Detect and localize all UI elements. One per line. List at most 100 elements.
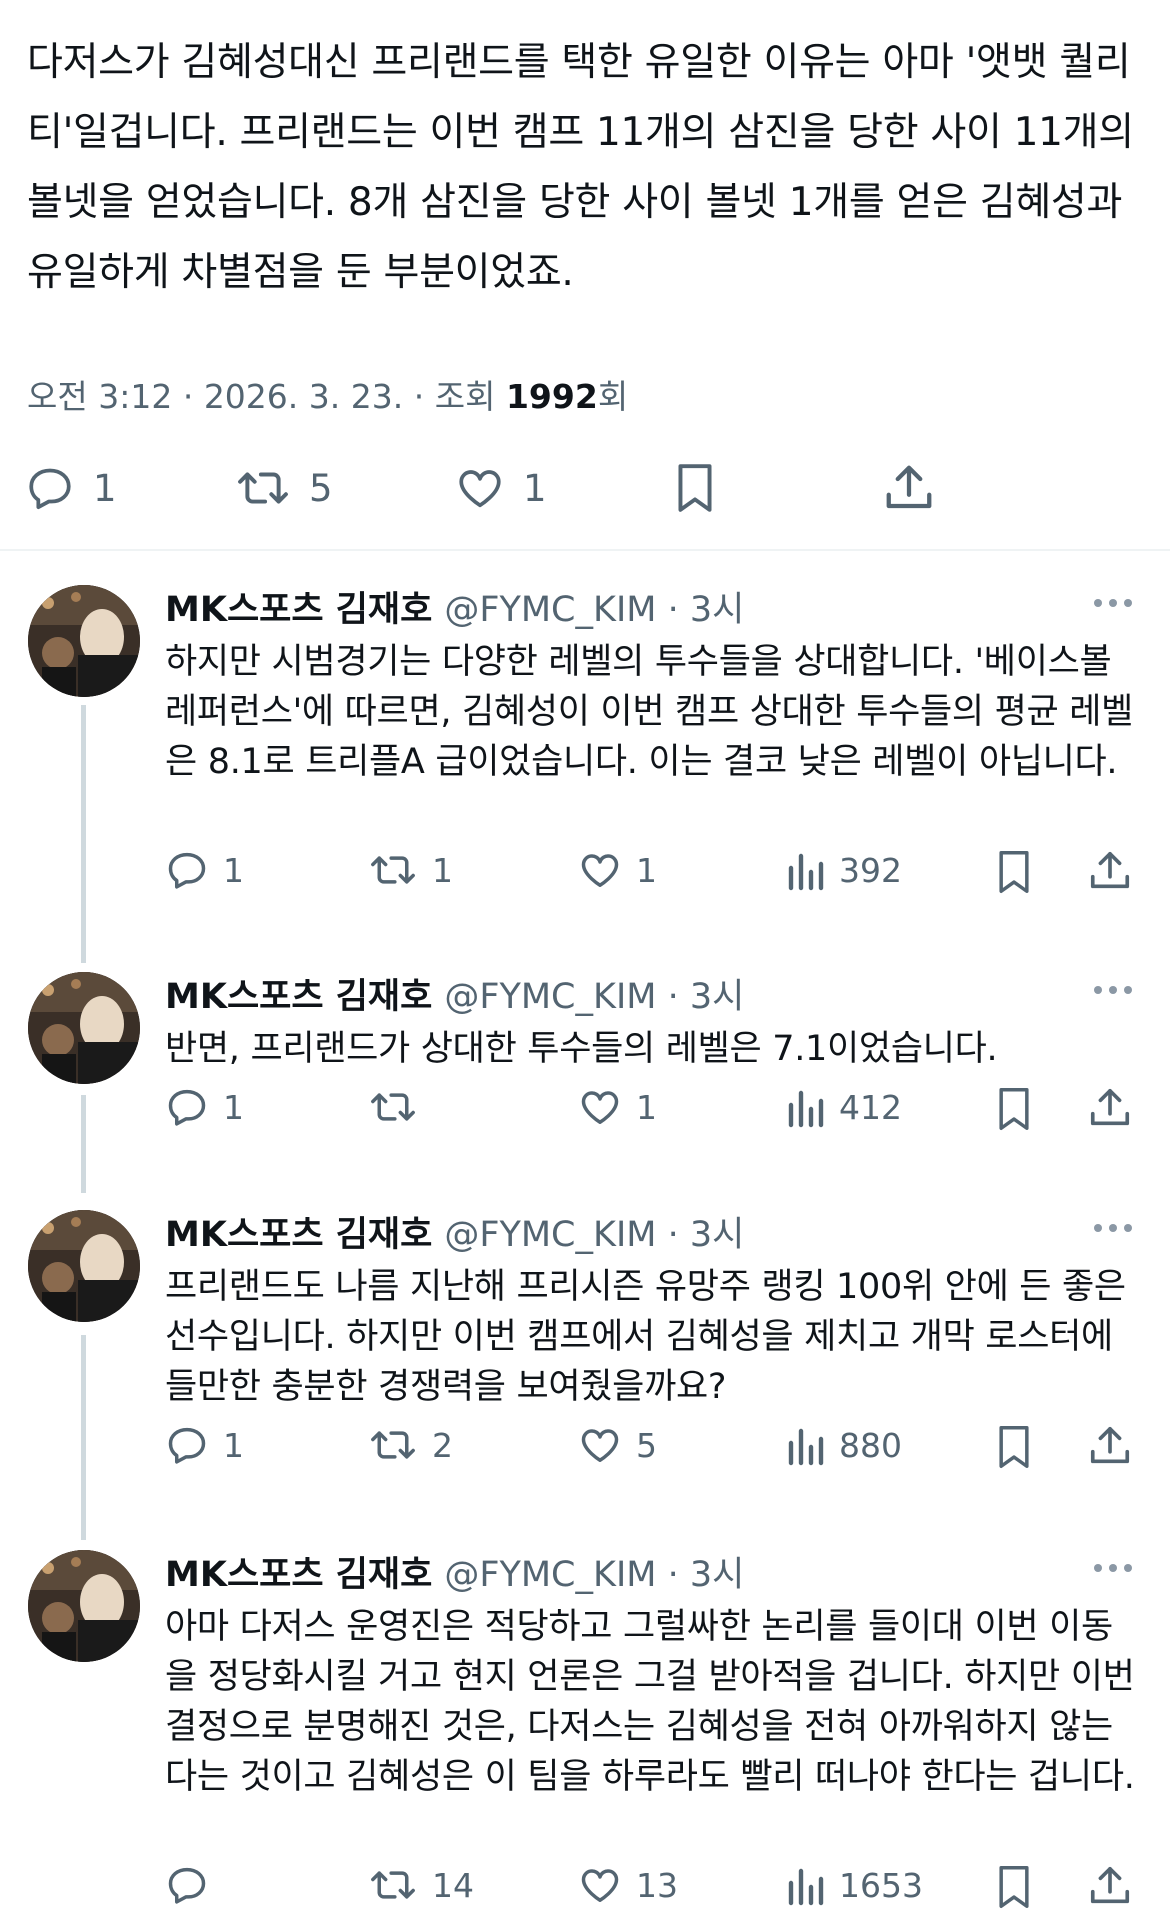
retweet-count: 14 [432, 1865, 474, 1905]
retweet-button[interactable]: 5 [235, 463, 333, 513]
like-icon [578, 1085, 622, 1129]
share-icon [882, 461, 936, 515]
share-icon [1087, 848, 1133, 894]
author-name[interactable]: MK스포츠 김재호 [165, 1215, 432, 1255]
share-icon [1087, 1423, 1133, 1469]
reply-button[interactable]: 1 [165, 1423, 244, 1467]
reply-header: MK스포츠 김재호 @FYMC_KIM · 3시 [165, 1212, 744, 1258]
views-count: 392 [839, 850, 902, 890]
author-handle[interactable]: @FYMC_KIM [444, 977, 656, 1017]
avatar[interactable] [28, 1210, 140, 1322]
bookmark-button[interactable] [992, 1085, 1036, 1133]
like-icon [578, 1863, 622, 1907]
author-name[interactable]: MK스포츠 김재호 [165, 1555, 432, 1595]
author-name[interactable]: MK스포츠 김재호 [165, 977, 432, 1017]
retweet-button[interactable] [368, 1085, 432, 1129]
bookmark-button[interactable] [992, 1423, 1036, 1471]
reply-text: 하지만 시범경기는 다양한 레벨의 투수들을 상대합니다. '베이스볼 레퍼런스… [165, 642, 1134, 782]
meta-separator: · [413, 377, 435, 416]
more-button[interactable] [1091, 982, 1135, 1001]
reply-button[interactable] [165, 1863, 223, 1907]
reply-time[interactable]: 3시 [690, 590, 744, 630]
reply-header: MK스포츠 김재호 @FYMC_KIM · 3시 [165, 974, 744, 1020]
more-icon [1091, 982, 1135, 1001]
views-count: 1653 [839, 1865, 923, 1905]
tweet-time[interactable]: 오전 3:12 [27, 377, 172, 416]
reply-icon [25, 463, 75, 513]
more-icon [1091, 1220, 1135, 1239]
retweet-icon [368, 1423, 418, 1467]
reply-icon [165, 848, 209, 892]
avatar[interactable] [28, 1550, 140, 1662]
author-handle[interactable]: @FYMC_KIM [444, 1215, 656, 1255]
reply-button[interactable]: 1 [165, 1085, 244, 1129]
bookmark-button[interactable] [992, 848, 1036, 896]
views-count: 1992 [505, 377, 598, 416]
retweet-button[interactable]: 1 [368, 848, 453, 892]
avatar[interactable] [28, 585, 140, 697]
share-button[interactable] [1087, 1423, 1133, 1469]
like-button[interactable]: 13 [578, 1863, 678, 1907]
retweet-count: 5 [309, 466, 333, 510]
reply-count: 1 [223, 850, 244, 890]
like-button[interactable]: 1 [578, 1085, 657, 1129]
reply-time[interactable]: 3시 [690, 1555, 744, 1595]
reply-header: MK스포츠 김재호 @FYMC_KIM · 3시 [165, 587, 744, 633]
author-handle[interactable]: @FYMC_KIM [444, 590, 656, 630]
like-count: 13 [636, 1865, 678, 1905]
meta-separator: · [182, 377, 204, 416]
views-button[interactable]: 880 [785, 1423, 902, 1467]
author-name[interactable]: MK스포츠 김재호 [165, 590, 432, 630]
like-button[interactable]: 5 [578, 1423, 657, 1467]
thread-line [81, 705, 86, 963]
bookmark-icon [992, 1863, 1036, 1911]
tweet-action-bar: 1 5 1 [0, 455, 1170, 530]
like-count: 5 [636, 1425, 657, 1465]
bookmark-button[interactable] [992, 1863, 1036, 1911]
more-icon [1091, 1560, 1135, 1579]
bookmark-button[interactable] [670, 461, 720, 515]
views-icon [785, 1085, 825, 1129]
reply-count: 1 [223, 1425, 244, 1465]
reply-time[interactable]: 3시 [690, 1215, 744, 1255]
author-handle[interactable]: @FYMC_KIM [444, 1555, 656, 1595]
reply-count: 1 [93, 466, 117, 510]
retweet-icon [368, 848, 418, 892]
views-button[interactable]: 412 [785, 1085, 902, 1129]
more-button[interactable] [1091, 595, 1135, 614]
like-button[interactable]: 1 [455, 463, 547, 513]
share-button[interactable] [882, 461, 936, 515]
retweet-icon [368, 1085, 418, 1129]
reply-header: MK스포츠 김재호 @FYMC_KIM · 3시 [165, 1552, 744, 1598]
reply-button[interactable]: 1 [165, 848, 244, 892]
reply-text: 프리랜드도 나름 지난해 프리시즌 유망주 랭킹 100위 안에 든 좋은 선수… [165, 1267, 1126, 1407]
reply-icon [165, 1863, 209, 1907]
dot-separator: · [656, 590, 690, 630]
views-count: 880 [839, 1425, 902, 1465]
reply-button[interactable]: 1 [25, 463, 117, 513]
share-button[interactable] [1087, 848, 1133, 894]
views-count: 412 [839, 1087, 902, 1127]
dot-separator: · [656, 1555, 690, 1595]
retweet-icon [235, 463, 291, 513]
more-button[interactable] [1091, 1220, 1135, 1239]
avatar[interactable] [28, 972, 140, 1084]
retweet-icon [368, 1863, 418, 1907]
more-button[interactable] [1091, 1560, 1135, 1579]
reply-text: 반면, 프리랜드가 상대한 투수들의 레벨은 7.1이었습니다. [165, 1029, 998, 1069]
reply-text: 아마 다저스 운영진은 적당하고 그럴싸한 논리를 들이대 이번 이동을 정당화… [165, 1607, 1135, 1797]
like-icon [455, 463, 505, 513]
tweet-date[interactable]: 2026. 3. 23. [204, 377, 403, 416]
reply-time[interactable]: 3시 [690, 977, 744, 1017]
retweet-button[interactable]: 14 [368, 1863, 474, 1907]
views-button[interactable]: 1653 [785, 1863, 923, 1907]
views-button[interactable]: 392 [785, 848, 902, 892]
tweet-text: 다저스가 김혜성대신 프리랜드를 택한 유일한 이유는 아마 '앳뱃 퀄리티'일… [27, 40, 1134, 295]
like-icon [578, 848, 622, 892]
like-button[interactable]: 1 [578, 848, 657, 892]
views-icon [785, 848, 825, 892]
share-button[interactable] [1087, 1863, 1133, 1909]
retweet-button[interactable]: 2 [368, 1423, 453, 1467]
dot-separator: · [656, 977, 690, 1017]
share-button[interactable] [1087, 1085, 1133, 1131]
